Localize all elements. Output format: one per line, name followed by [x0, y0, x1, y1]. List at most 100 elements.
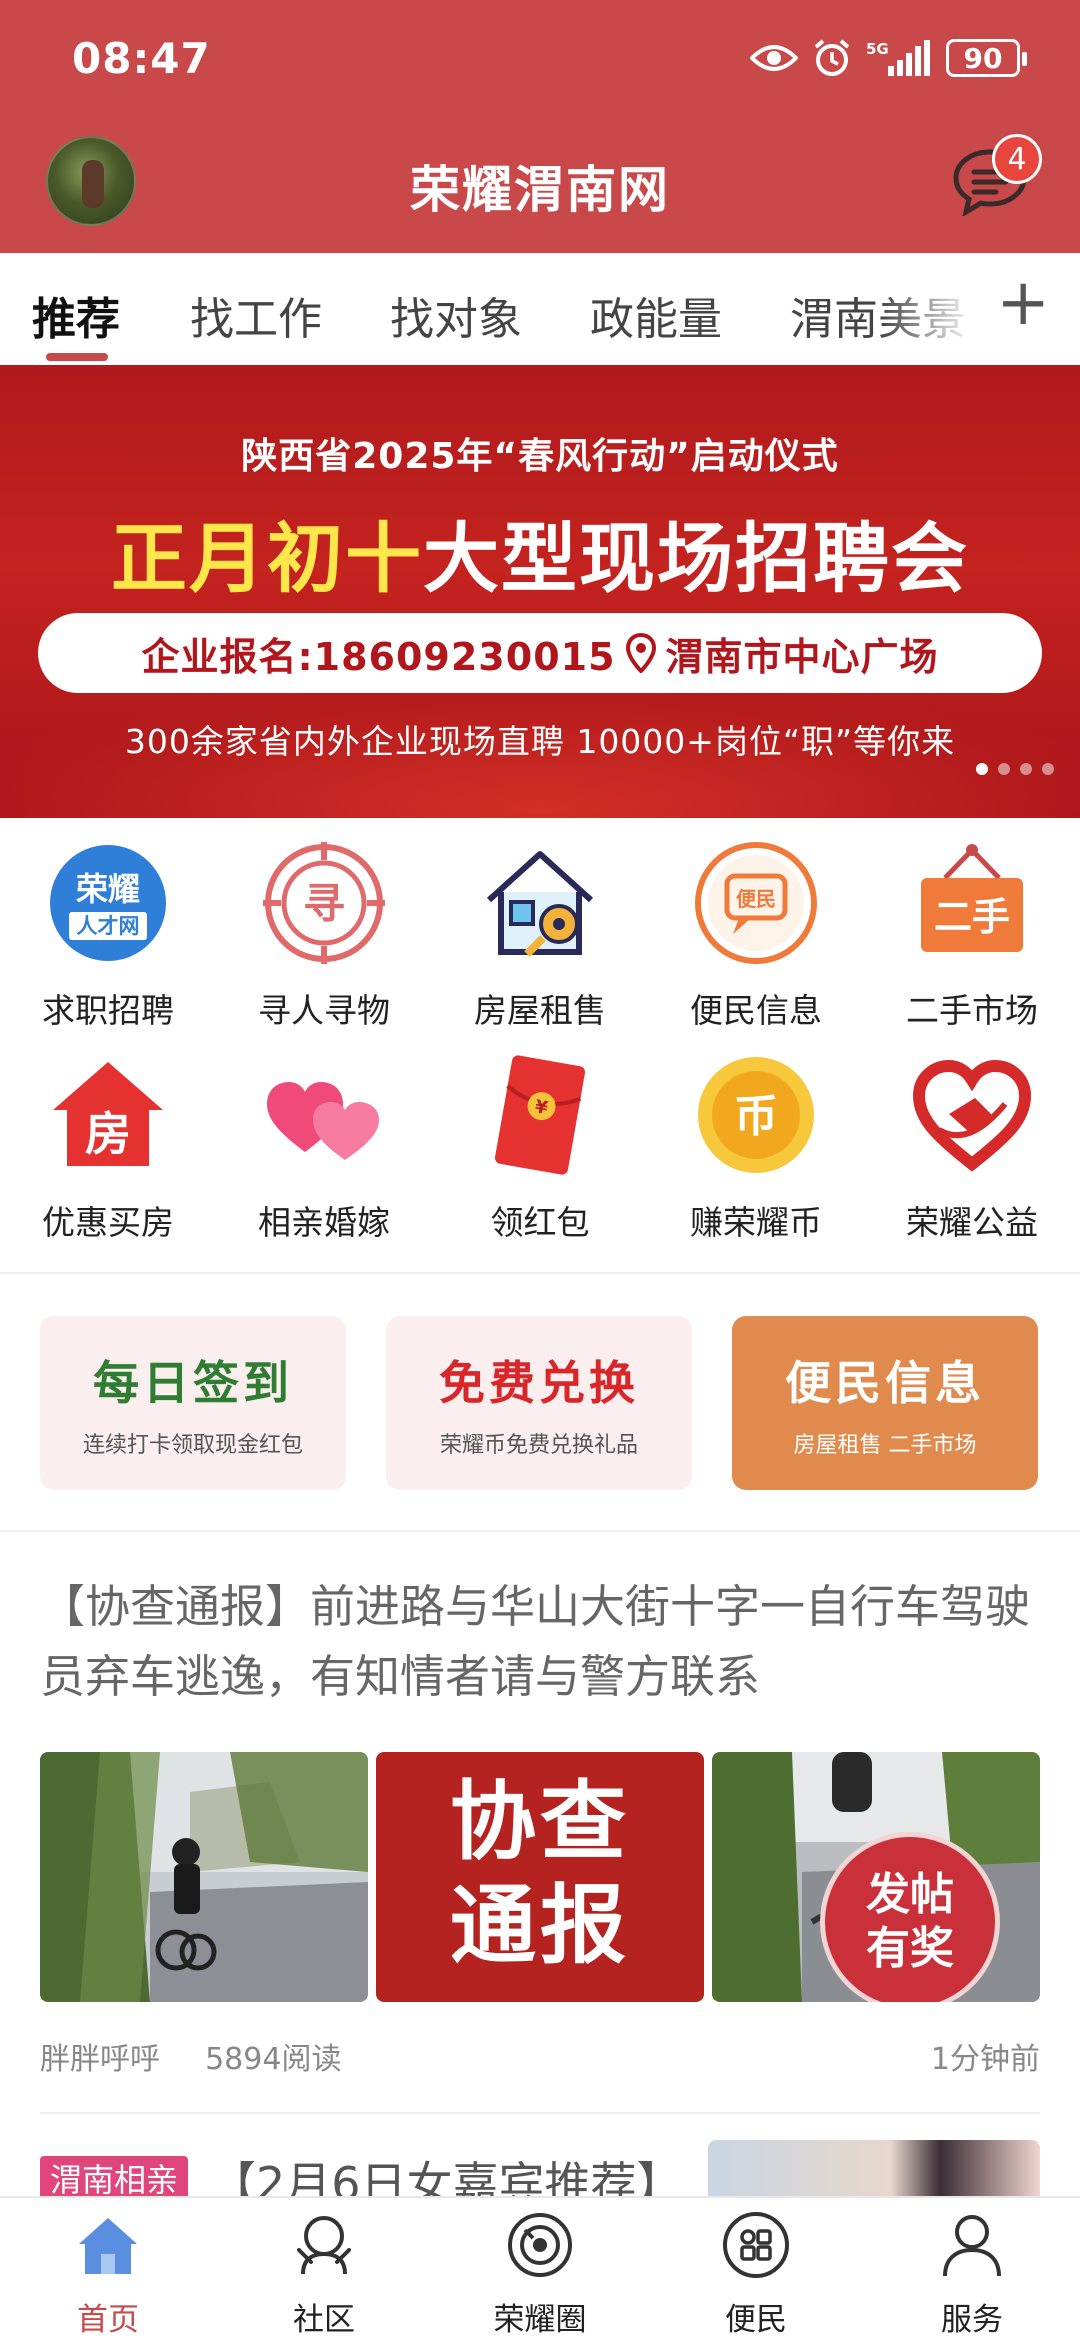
service-red-envelope[interactable]: ¥ 领红包 — [432, 1030, 648, 1242]
divider — [0, 1530, 1080, 1532]
add-tab-icon[interactable]: + — [996, 271, 1050, 335]
svg-text:荣耀: 荣耀 — [76, 870, 140, 908]
service-label: 领红包 — [490, 1203, 590, 1242]
article-thumbnails[interactable]: 协查 通报 发帖 有奖 — [40, 1752, 1040, 2002]
svg-text:便民: 便民 — [736, 887, 776, 911]
card-title: 便民信息 — [785, 1356, 985, 1410]
convenience-info-card[interactable]: 便民信息 房屋租售 二手市场 — [732, 1316, 1038, 1490]
service-label: 求职招聘 — [42, 991, 174, 1030]
pagination-dot[interactable] — [998, 763, 1010, 775]
service-grid: 荣耀 人才网 求职招聘 寻 寻人寻物 房屋租售 便民 便民信息 二手 二手市场 … — [0, 818, 1080, 1270]
location-pin-icon — [625, 633, 656, 673]
nav-label: 社区 — [293, 2302, 355, 2338]
badge-line: 有奖 — [866, 1923, 954, 1974]
registration-phone: 企业报名:18609230015 — [141, 634, 616, 679]
community-icon — [297, 2216, 351, 2275]
service-label: 荣耀公益 — [906, 1203, 1038, 1242]
service-discount-house[interactable]: 房 优惠买房 — [0, 1030, 216, 1242]
nav-community[interactable]: 社区 — [216, 2198, 432, 2340]
service-search[interactable]: 寻 寻人寻物 — [216, 818, 432, 1030]
nav-label: 首页 — [77, 2302, 139, 2338]
service-label: 二手市场 — [906, 991, 1038, 1030]
card-subtitle: 连续打卡领取现金红包 — [82, 1433, 303, 1458]
pagination-dot[interactable] — [1020, 763, 1032, 775]
hearts-icon — [261, 1052, 387, 1178]
service-charity[interactable]: 荣耀公益 — [864, 1030, 1080, 1242]
status-bar: 08:47 5G 90 — [0, 0, 1080, 120]
talent-network-icon: 荣耀 人才网 — [45, 840, 171, 966]
home-icon — [79, 2218, 137, 2274]
service-rent[interactable]: 房屋租售 — [432, 818, 648, 1030]
service-job[interactable]: 荣耀 人才网 求职招聘 — [0, 818, 216, 1030]
divider — [40, 2112, 1040, 2114]
bottom-navigation: 首页 社区 荣耀圈 便民 服务 — [0, 2196, 1080, 2340]
divider — [0, 1272, 1080, 1274]
service-label: 赚荣耀币 — [690, 1203, 822, 1242]
service-dating[interactable]: 相亲婚嫁 — [216, 1030, 432, 1242]
grid-apps-icon — [723, 2212, 789, 2278]
article-thumbnail[interactable] — [708, 2140, 1040, 2200]
tab-find-partner[interactable]: 找对象 — [390, 283, 522, 347]
card-title: 每日签到 — [93, 1356, 293, 1410]
tab-politics[interactable]: 政能量 — [590, 283, 722, 347]
tab-recommend[interactable]: 推荐 — [32, 283, 120, 347]
article-time: 1分钟前 — [930, 2042, 1040, 2077]
banner-footer: 300余家省内外企业现场直聘 10000+岗位“职”等你来 — [124, 722, 956, 761]
charity-icon — [909, 1052, 1035, 1178]
service-coin[interactable]: 币 赚荣耀币 — [648, 1030, 864, 1242]
signal-icon: 5G — [866, 40, 930, 76]
tab-find-job[interactable]: 找工作 — [190, 283, 322, 347]
nav-service[interactable]: 服务 — [864, 2198, 1080, 2340]
banner-headline: 正月初十大型现场招聘会 — [0, 497, 1080, 607]
service-label: 优惠买房 — [42, 1203, 174, 1242]
secondhand-sign-icon: 二手 — [909, 840, 1035, 966]
svg-text:人才网: 人才网 — [77, 914, 140, 938]
card-subtitle: 房屋租售 二手市场 — [793, 1433, 977, 1458]
daily-checkin-card[interactable]: 每日签到 连续打卡领取现金红包 — [40, 1316, 346, 1490]
service-convenience[interactable]: 便民 便民信息 — [648, 818, 864, 1030]
service-label: 寻人寻物 — [258, 991, 390, 1030]
article-photo[interactable] — [40, 1752, 368, 2002]
service-secondhand[interactable]: 二手 二手市场 — [864, 818, 1080, 1030]
coin-icon: 币 — [693, 1052, 819, 1178]
thumb-notice-line: 通报 — [450, 1876, 630, 1976]
article-item[interactable]: 渭南相亲 【2月6日女嘉宾推荐】 — [0, 2140, 1080, 2200]
nav-convenience[interactable]: 便民 — [648, 2198, 864, 2340]
status-icons: 5G 90 — [750, 36, 1027, 80]
nav-home[interactable]: 首页 — [0, 2198, 216, 2340]
card-title: 免费兑换 — [439, 1356, 639, 1410]
post-reward-badge: 发帖 有奖 — [820, 1832, 1000, 2002]
app-header: 08:47 5G 90 荣耀渭南网 4 — [0, 0, 1080, 253]
service-label: 房屋租售 — [474, 991, 606, 1030]
article-author[interactable]: 胖胖呼呼 — [40, 2042, 160, 2077]
circle-icon — [508, 2213, 572, 2277]
active-tab-indicator — [46, 353, 108, 361]
red-envelope-icon: ¥ — [477, 1052, 603, 1178]
message-badge: 4 — [992, 134, 1042, 184]
nav-label: 服务 — [941, 2302, 1003, 2338]
thumb-notice-line: 协查 — [450, 1772, 630, 1872]
banner-subtitle: 陕西省2025年“春风行动”启动仪式 — [241, 436, 839, 477]
banner-pagination — [976, 763, 1054, 775]
network-type: 5G — [866, 40, 889, 58]
svg-text:寻: 寻 — [303, 879, 345, 928]
eye-icon — [750, 45, 798, 71]
article-thumb-notice[interactable]: 协查 通报 — [376, 1752, 704, 2002]
pagination-dot[interactable] — [976, 763, 988, 775]
svg-text:币: 币 — [734, 1091, 778, 1142]
nav-honor-circle[interactable]: 荣耀圈 — [432, 2198, 648, 2340]
search-target-icon: 寻 — [261, 840, 387, 966]
pagination-dot[interactable] — [1042, 763, 1054, 775]
card-subtitle: 荣耀币免费兑换礼品 — [439, 1433, 638, 1458]
free-exchange-card[interactable]: 免费兑换 荣耀币免费兑换礼品 — [386, 1316, 692, 1490]
banner-carousel[interactable]: 陕西省2025年“春风行动”启动仪式 正月初十大型现场招聘会 企业报名:1860… — [0, 365, 1080, 818]
house-discount-icon: 房 — [45, 1052, 171, 1178]
svg-text:二手: 二手 — [934, 895, 1010, 939]
article-title[interactable]: 【2月6日女嘉宾推荐】 — [210, 2148, 683, 2200]
article-photo[interactable]: 发帖 有奖 — [712, 1752, 1040, 2002]
article-title[interactable]: 【协查通报】前进路与华山大街十字一自行车驾驶员弃车逃逸，有知情者请与警方联系 — [40, 1572, 1040, 1712]
battery-indicator: 90 — [946, 39, 1027, 77]
article-tag: 渭南相亲 — [40, 2156, 189, 2200]
category-tabs: 推荐 找工作 找对象 政能量 渭南美景 + — [0, 253, 1080, 365]
article-reads: 5894阅读 — [205, 2042, 342, 2077]
